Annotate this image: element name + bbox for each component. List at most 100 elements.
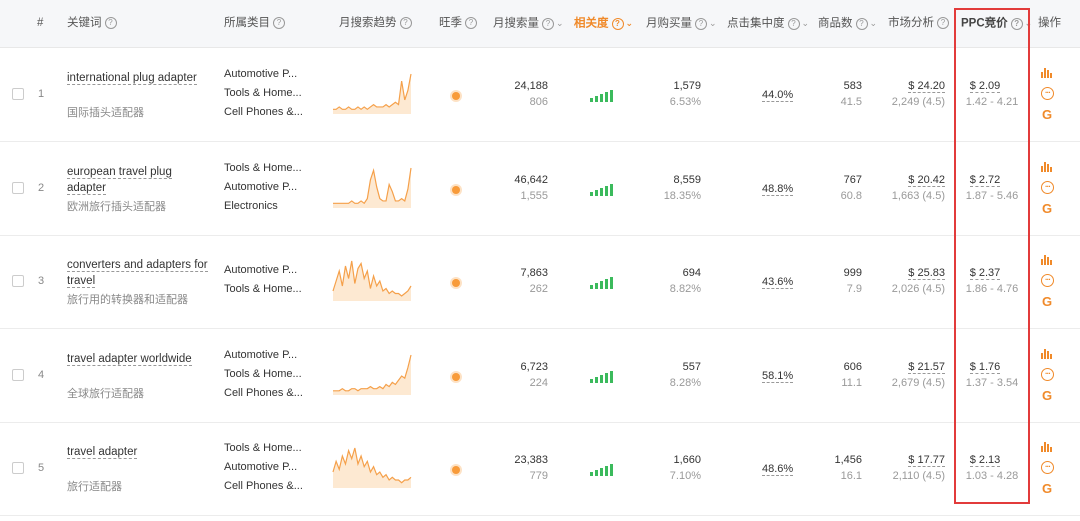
bar-chart-icon[interactable] xyxy=(1041,253,1053,265)
header-search-volume[interactable]: 月搜索量? ⌄ xyxy=(493,0,564,47)
bar-chart-icon[interactable] xyxy=(1041,440,1053,452)
market-price[interactable]: $ 20.42 xyxy=(880,173,945,187)
header-products[interactable]: 商品数? ⌄ xyxy=(818,0,877,47)
keyword-translation: 欧洲旅行插头适配器 xyxy=(67,200,166,213)
row-checkbox[interactable] xyxy=(12,181,24,194)
sort-chevron-icon[interactable]: ⌄ xyxy=(626,0,634,47)
google-search-icon[interactable]: G xyxy=(1042,107,1052,122)
keyword-link[interactable]: international plug adapter xyxy=(67,70,213,86)
table-row[interactable]: 3 converters and adapters for travel 旅行用… xyxy=(0,235,1080,329)
table-row[interactable]: 4 travel adapter worldwide 全球旅行适配器 Autom… xyxy=(0,329,1080,423)
category-list: Automotive P... Tools & Home... Cell Phone… xyxy=(224,65,314,122)
help-icon[interactable]: ? xyxy=(273,16,285,29)
row-checkbox[interactable] xyxy=(12,462,24,474)
row-checkbox[interactable] xyxy=(12,368,24,381)
bar-chart-icon[interactable] xyxy=(1041,66,1053,78)
category-item: Tools & Home... xyxy=(224,161,302,174)
help-icon[interactable]: ? xyxy=(104,16,117,29)
header-market[interactable]: 市场分析? xyxy=(888,0,949,47)
keyword-link[interactable]: european travel plug adapter xyxy=(67,164,213,196)
keyword-table: # 关键词? 所属类目? 月搜索趋势? 旺季? 月搜索量? ⌄ 相关度? ⌄ 月购买… xyxy=(0,0,1080,521)
row-index: 2 xyxy=(38,181,45,194)
help-icon[interactable]: ? xyxy=(787,17,800,30)
google-search-icon[interactable]: G xyxy=(1042,388,1052,403)
header-relevance[interactable]: 相关度? ⌄ xyxy=(574,0,633,47)
product-count: 606 xyxy=(843,360,862,373)
help-icon[interactable]: ? xyxy=(465,16,477,29)
market-reviews: 2,249 (4.5) xyxy=(891,96,945,108)
keyword-link[interactable]: travel adapter worldwide xyxy=(67,351,213,367)
category-list: Tools & Home... Automotive P... Electronic… xyxy=(224,159,314,216)
purchase-rate: 8.28% xyxy=(669,376,701,389)
monthly-purchases: 1,660 xyxy=(673,454,701,466)
table-row[interactable]: 5 travel adapter 旅行适配器 Tools & Home... Au… xyxy=(0,422,1080,516)
row-index: 1 xyxy=(38,88,45,100)
relevance-bars xyxy=(590,275,616,289)
more-options-icon[interactable]: ··· xyxy=(1041,367,1054,381)
google-search-icon[interactable]: G xyxy=(1042,481,1052,496)
header-purchases[interactable]: 月购买量? ⌄ xyxy=(646,0,717,47)
market-reviews: 1,663 (4.5) xyxy=(891,189,945,202)
table-row[interactable]: 1 international plug adapter 国际插头适配器 Aut… xyxy=(0,48,1080,142)
purchase-rate: 7.10% xyxy=(669,470,701,482)
sort-chevron-icon[interactable]: ⌄ xyxy=(802,0,810,47)
header-season[interactable]: 旺季? xyxy=(439,0,477,47)
click-concentration[interactable]: 44.0% xyxy=(762,89,794,102)
header-index: # xyxy=(37,17,44,29)
search-trend-sparkline[interactable] xyxy=(332,70,412,116)
category-item: Automotive P... xyxy=(224,264,298,276)
more-options-icon[interactable]: ··· xyxy=(1041,180,1054,194)
help-icon[interactable]: ? xyxy=(399,16,412,29)
keyword-translation: 旅行用的转换器和适配器 xyxy=(67,294,188,306)
market-price[interactable]: $ 21.57 xyxy=(880,360,945,374)
market-price[interactable]: $ 17.77 xyxy=(880,454,945,467)
help-icon[interactable]: ? xyxy=(695,17,707,30)
bar-chart-icon[interactable] xyxy=(1041,347,1053,359)
keyword-link[interactable]: converters and adapters for travel xyxy=(67,257,213,289)
click-concentration[interactable]: 58.1% xyxy=(762,370,794,383)
help-icon[interactable]: ? xyxy=(855,17,868,30)
help-icon[interactable]: ? xyxy=(611,17,624,30)
category-item: Tools & Home... xyxy=(224,442,302,454)
row-checkbox[interactable] xyxy=(12,88,24,100)
search-trend-sparkline[interactable] xyxy=(332,164,412,210)
purchase-rate: 18.35% xyxy=(663,189,701,202)
season-indicator xyxy=(452,466,460,474)
click-concentration[interactable]: 48.6% xyxy=(762,463,794,476)
search-trend-sparkline[interactable] xyxy=(332,351,412,397)
purchase-rate: 6.53% xyxy=(669,96,701,108)
market-price[interactable]: $ 24.20 xyxy=(880,80,945,93)
search-trend-sparkline[interactable] xyxy=(332,257,412,303)
table-row[interactable]: 2 european travel plug adapter 欧洲旅行插头适配器… xyxy=(0,142,1080,236)
header-category[interactable]: 所属类目? xyxy=(224,0,285,47)
search-trend-sparkline[interactable] xyxy=(332,444,412,490)
more-options-icon[interactable]: ··· xyxy=(1041,274,1054,287)
monthly-purchases: 694 xyxy=(682,267,701,279)
keyword-link[interactable]: travel adapter xyxy=(67,444,213,460)
sort-chevron-icon[interactable]: ⌄ xyxy=(709,0,717,47)
google-search-icon[interactable]: G xyxy=(1042,294,1052,309)
click-concentration[interactable]: 43.6% xyxy=(762,276,794,289)
help-icon[interactable]: ? xyxy=(937,16,949,29)
header-keyword[interactable]: 关键词? xyxy=(67,0,117,47)
sort-chevron-icon[interactable]: ⌄ xyxy=(556,0,564,47)
bar-chart-icon[interactable] xyxy=(1041,160,1053,172)
keyword-translation: 全球旅行适配器 xyxy=(67,387,144,400)
header-click-concentration[interactable]: 点击集中度? ⌄ xyxy=(727,0,809,47)
category-item: Automotive P... xyxy=(224,180,298,193)
google-search-icon[interactable]: G xyxy=(1042,201,1052,216)
more-options-icon[interactable]: ··· xyxy=(1041,87,1054,100)
header-actions: 操作 xyxy=(1038,17,1061,29)
search-volume: 24,188 xyxy=(514,80,548,92)
market-reviews: 2,110 (4.5) xyxy=(892,470,945,482)
more-options-icon[interactable]: ··· xyxy=(1041,461,1054,474)
season-indicator xyxy=(452,372,460,381)
product-ratio: 16.1 xyxy=(840,470,862,482)
monthly-purchases: 1,579 xyxy=(673,80,701,92)
market-price[interactable]: $ 25.83 xyxy=(880,267,945,280)
click-concentration[interactable]: 48.8% xyxy=(762,183,794,196)
sort-chevron-icon[interactable]: ⌄ xyxy=(870,0,878,47)
row-checkbox[interactable] xyxy=(12,275,24,287)
help-icon[interactable]: ? xyxy=(542,17,554,30)
header-trend[interactable]: 月搜索趋势? xyxy=(339,0,412,47)
